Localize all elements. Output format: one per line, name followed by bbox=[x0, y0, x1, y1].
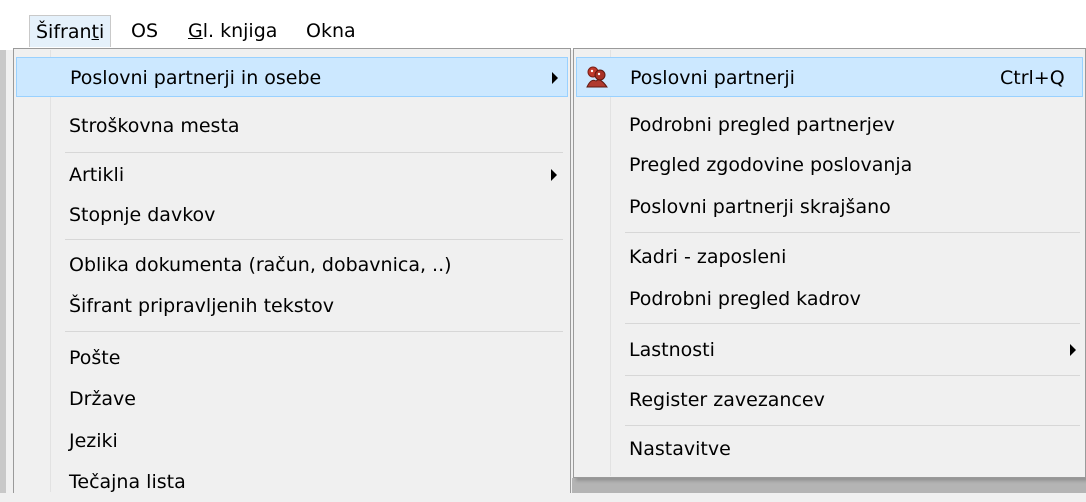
menu-item-label: Nastavitve bbox=[629, 438, 731, 460]
menu-item-stopnje-davkov[interactable]: Stopnje davkov bbox=[16, 195, 568, 235]
menu-label: OS bbox=[131, 20, 159, 42]
menu-item-label: Stopnje davkov bbox=[69, 204, 216, 226]
submenu-arrow-icon bbox=[552, 72, 558, 84]
poslovni-partnerji-submenu: Poslovni partnerji Ctrl+Q Podrobni pregl… bbox=[573, 48, 1086, 478]
menu-label: Šifran bbox=[36, 21, 92, 43]
menu-item-label: Oblika dokumenta (račun, dobavnica, ..) bbox=[69, 254, 452, 276]
menu-item-podrobni-pregled-kadrov[interactable]: Podrobni pregled kadrov bbox=[576, 279, 1083, 319]
window-background bbox=[0, 50, 6, 493]
menu-gl-knjiga[interactable]: Gl. knjiga bbox=[182, 15, 283, 47]
menu-item-label: Kadri - zaposleni bbox=[629, 246, 787, 268]
menu-item-label: Stroškovna mesta bbox=[69, 115, 240, 137]
menu-item-label: Države bbox=[69, 388, 136, 410]
submenu-arrow-icon bbox=[1070, 344, 1076, 356]
menu-item-label: Poslovni partnerji bbox=[630, 67, 795, 89]
separator bbox=[65, 331, 563, 332]
menu-item-poste[interactable]: Pošte bbox=[16, 338, 568, 378]
separator bbox=[625, 232, 1080, 233]
menu-item-label: Artikli bbox=[69, 164, 125, 186]
menu-okna[interactable]: Okna bbox=[300, 15, 362, 47]
menu-item-poslovni-partnerji-in-osebe[interactable]: Poslovni partnerji in osebe bbox=[16, 57, 568, 97]
menu-item-kadri-zaposleni[interactable]: Kadri - zaposleni bbox=[576, 237, 1083, 277]
sifranti-dropdown: Poslovni partnerji in osebe Stroškovna m… bbox=[13, 48, 571, 493]
separator bbox=[65, 239, 563, 240]
partners-icon bbox=[583, 63, 611, 91]
menu-label-accel: G bbox=[188, 20, 203, 42]
menu-label: i bbox=[98, 21, 105, 43]
menu-item-jeziki[interactable]: Jeziki bbox=[16, 421, 568, 461]
menu-item-label: Pošte bbox=[69, 347, 121, 369]
menu-item-label: Pregled zgodovine poslovanja bbox=[629, 154, 913, 176]
menu-item-label: Poslovni partnerji in osebe bbox=[70, 67, 322, 89]
window-background bbox=[572, 478, 1086, 493]
menu-item-label: Register zavezancev bbox=[629, 389, 825, 411]
menu-bar: Šifranti OS Gl. knjiga Okna bbox=[0, 0, 1086, 50]
menu-item-lastnosti[interactable]: Lastnosti bbox=[576, 330, 1083, 370]
menu-item-poslovni-partnerji-skrajsano[interactable]: Poslovni partnerji skrajšano bbox=[576, 187, 1083, 227]
menu-item-pregled-zgodovine-poslovanja[interactable]: Pregled zgodovine poslovanja bbox=[576, 145, 1083, 185]
separator bbox=[65, 152, 563, 153]
menu-item-sifrant-pripravljenih-tekstov[interactable]: Šifrant pripravljenih tekstov bbox=[16, 286, 568, 326]
separator bbox=[625, 375, 1080, 376]
separator bbox=[625, 323, 1080, 324]
separator bbox=[625, 425, 1080, 426]
menu-item-label: Lastnosti bbox=[629, 339, 715, 361]
menu-sifranti[interactable]: Šifranti bbox=[29, 15, 112, 47]
menu-item-artikli[interactable]: Artikli bbox=[16, 155, 568, 195]
menu-label-accel: t bbox=[91, 21, 99, 43]
menu-item-register-zavezancev[interactable]: Register zavezancev bbox=[576, 380, 1083, 420]
menu-item-poslovni-partnerji[interactable]: Poslovni partnerji Ctrl+Q bbox=[576, 57, 1083, 97]
menu-item-label: Poslovni partnerji skrajšano bbox=[629, 196, 891, 218]
menu-item-drzave[interactable]: Države bbox=[16, 379, 568, 419]
menu-item-label: Jeziki bbox=[69, 430, 118, 452]
menu-item-label: Podrobni pregled kadrov bbox=[629, 288, 861, 310]
menu-item-label: Podrobni pregled partnerjev bbox=[629, 114, 895, 136]
menu-item-podrobni-pregled-partnerjev[interactable]: Podrobni pregled partnerjev bbox=[576, 105, 1083, 145]
menu-item-label: Tečajna lista bbox=[69, 471, 186, 493]
menu-item-nastavitve[interactable]: Nastavitve bbox=[576, 429, 1083, 469]
menu-label: Okna bbox=[306, 20, 356, 42]
submenu-arrow-icon bbox=[551, 169, 557, 181]
menu-item-tecajna-lista[interactable]: Tečajna lista bbox=[16, 462, 568, 502]
menu-label: l. knjiga bbox=[202, 20, 278, 42]
shortcut-label: Ctrl+Q bbox=[1000, 67, 1065, 89]
menu-item-label: Šifrant pripravljenih tekstov bbox=[69, 295, 334, 317]
menu-item-oblika-dokumenta[interactable]: Oblika dokumenta (račun, dobavnica, ..) bbox=[16, 245, 568, 285]
menu-item-stroskovna-mesta[interactable]: Stroškovna mesta bbox=[16, 106, 568, 146]
menu-os[interactable]: OS bbox=[125, 15, 164, 47]
